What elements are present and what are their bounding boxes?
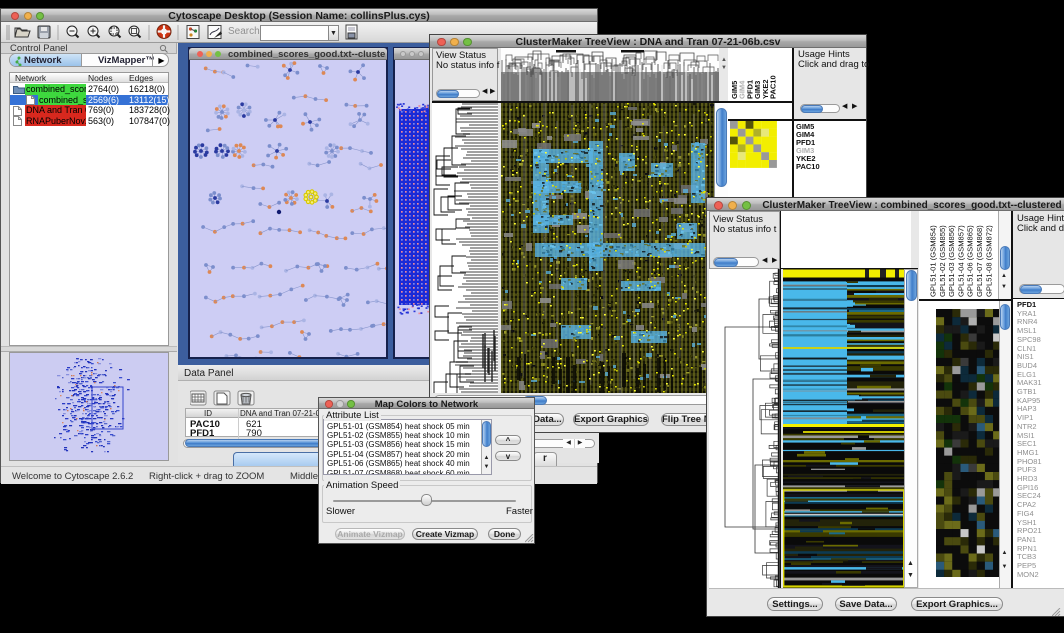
- svg-text:GPL51-08 (GSM872): GPL51-08 (GSM872): [984, 225, 993, 297]
- svg-text:GPL51-07 (GSM868): GPL51-07 (GSM868): [975, 225, 984, 297]
- svg-text:PAC10: PAC10: [769, 75, 778, 99]
- svg-text:GPL51-06 (GSM865): GPL51-06 (GSM865): [966, 225, 975, 297]
- svg-text:GPL51-02 (GSM855): GPL51-02 (GSM855): [938, 225, 947, 297]
- svg-text:GPL51-01 (GSM854): GPL51-01 (GSM854): [929, 225, 938, 297]
- svg-text:GPL51-03 (GSM856): GPL51-03 (GSM856): [947, 225, 956, 297]
- svg-text:GPL51-04 (GSM857): GPL51-04 (GSM857): [956, 225, 965, 297]
